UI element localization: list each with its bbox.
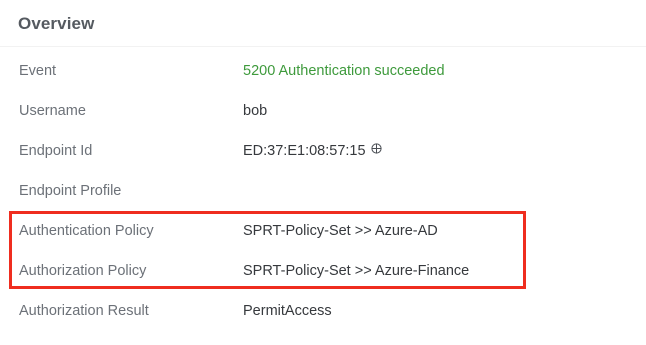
crosshair-icon[interactable] [370, 143, 382, 154]
event-value: 5200 Authentication succeeded [243, 63, 445, 79]
username-label: Username [19, 103, 86, 119]
authorization-result-value: PermitAccess [243, 303, 332, 319]
authorization-policy-value: SPRT-Policy-Set >> Azure-Finance [243, 263, 470, 279]
endpoint-id-value-wrap: ED:37:E1:08:57:15 [243, 143, 382, 159]
authorization-result-label: Authorization Result [19, 303, 149, 319]
row-endpoint-profile: Endpoint Profile [0, 172, 646, 212]
section-title: Overview [18, 14, 95, 33]
endpoint-id-value[interactable]: ED:37:E1:08:57:15 [243, 143, 366, 159]
username-value: bob [243, 103, 268, 119]
row-endpoint-id: Endpoint Id ED:37:E1:08:57:15 [0, 132, 646, 172]
row-authorization-result: Authorization Result PermitAccess [0, 292, 646, 332]
authorization-policy-label: Authorization Policy [19, 263, 147, 279]
row-authorization-policy: Authorization Policy SPRT-Policy-Set >> … [0, 252, 646, 292]
endpoint-id-label: Endpoint Id [19, 143, 93, 159]
endpoint-profile-label: Endpoint Profile [19, 183, 122, 199]
title-divider [0, 46, 646, 47]
event-label: Event [19, 63, 57, 79]
row-event: Event 5200 Authentication succeeded [0, 52, 646, 92]
row-username: Username bob [0, 92, 646, 132]
authentication-policy-value: SPRT-Policy-Set >> Azure-AD [243, 223, 438, 239]
authentication-policy-label: Authentication Policy [19, 223, 154, 239]
row-authentication-policy: Authentication Policy SPRT-Policy-Set >>… [0, 212, 646, 252]
overview-panel: Overview Event 5200 Authentication succe… [0, 0, 646, 345]
